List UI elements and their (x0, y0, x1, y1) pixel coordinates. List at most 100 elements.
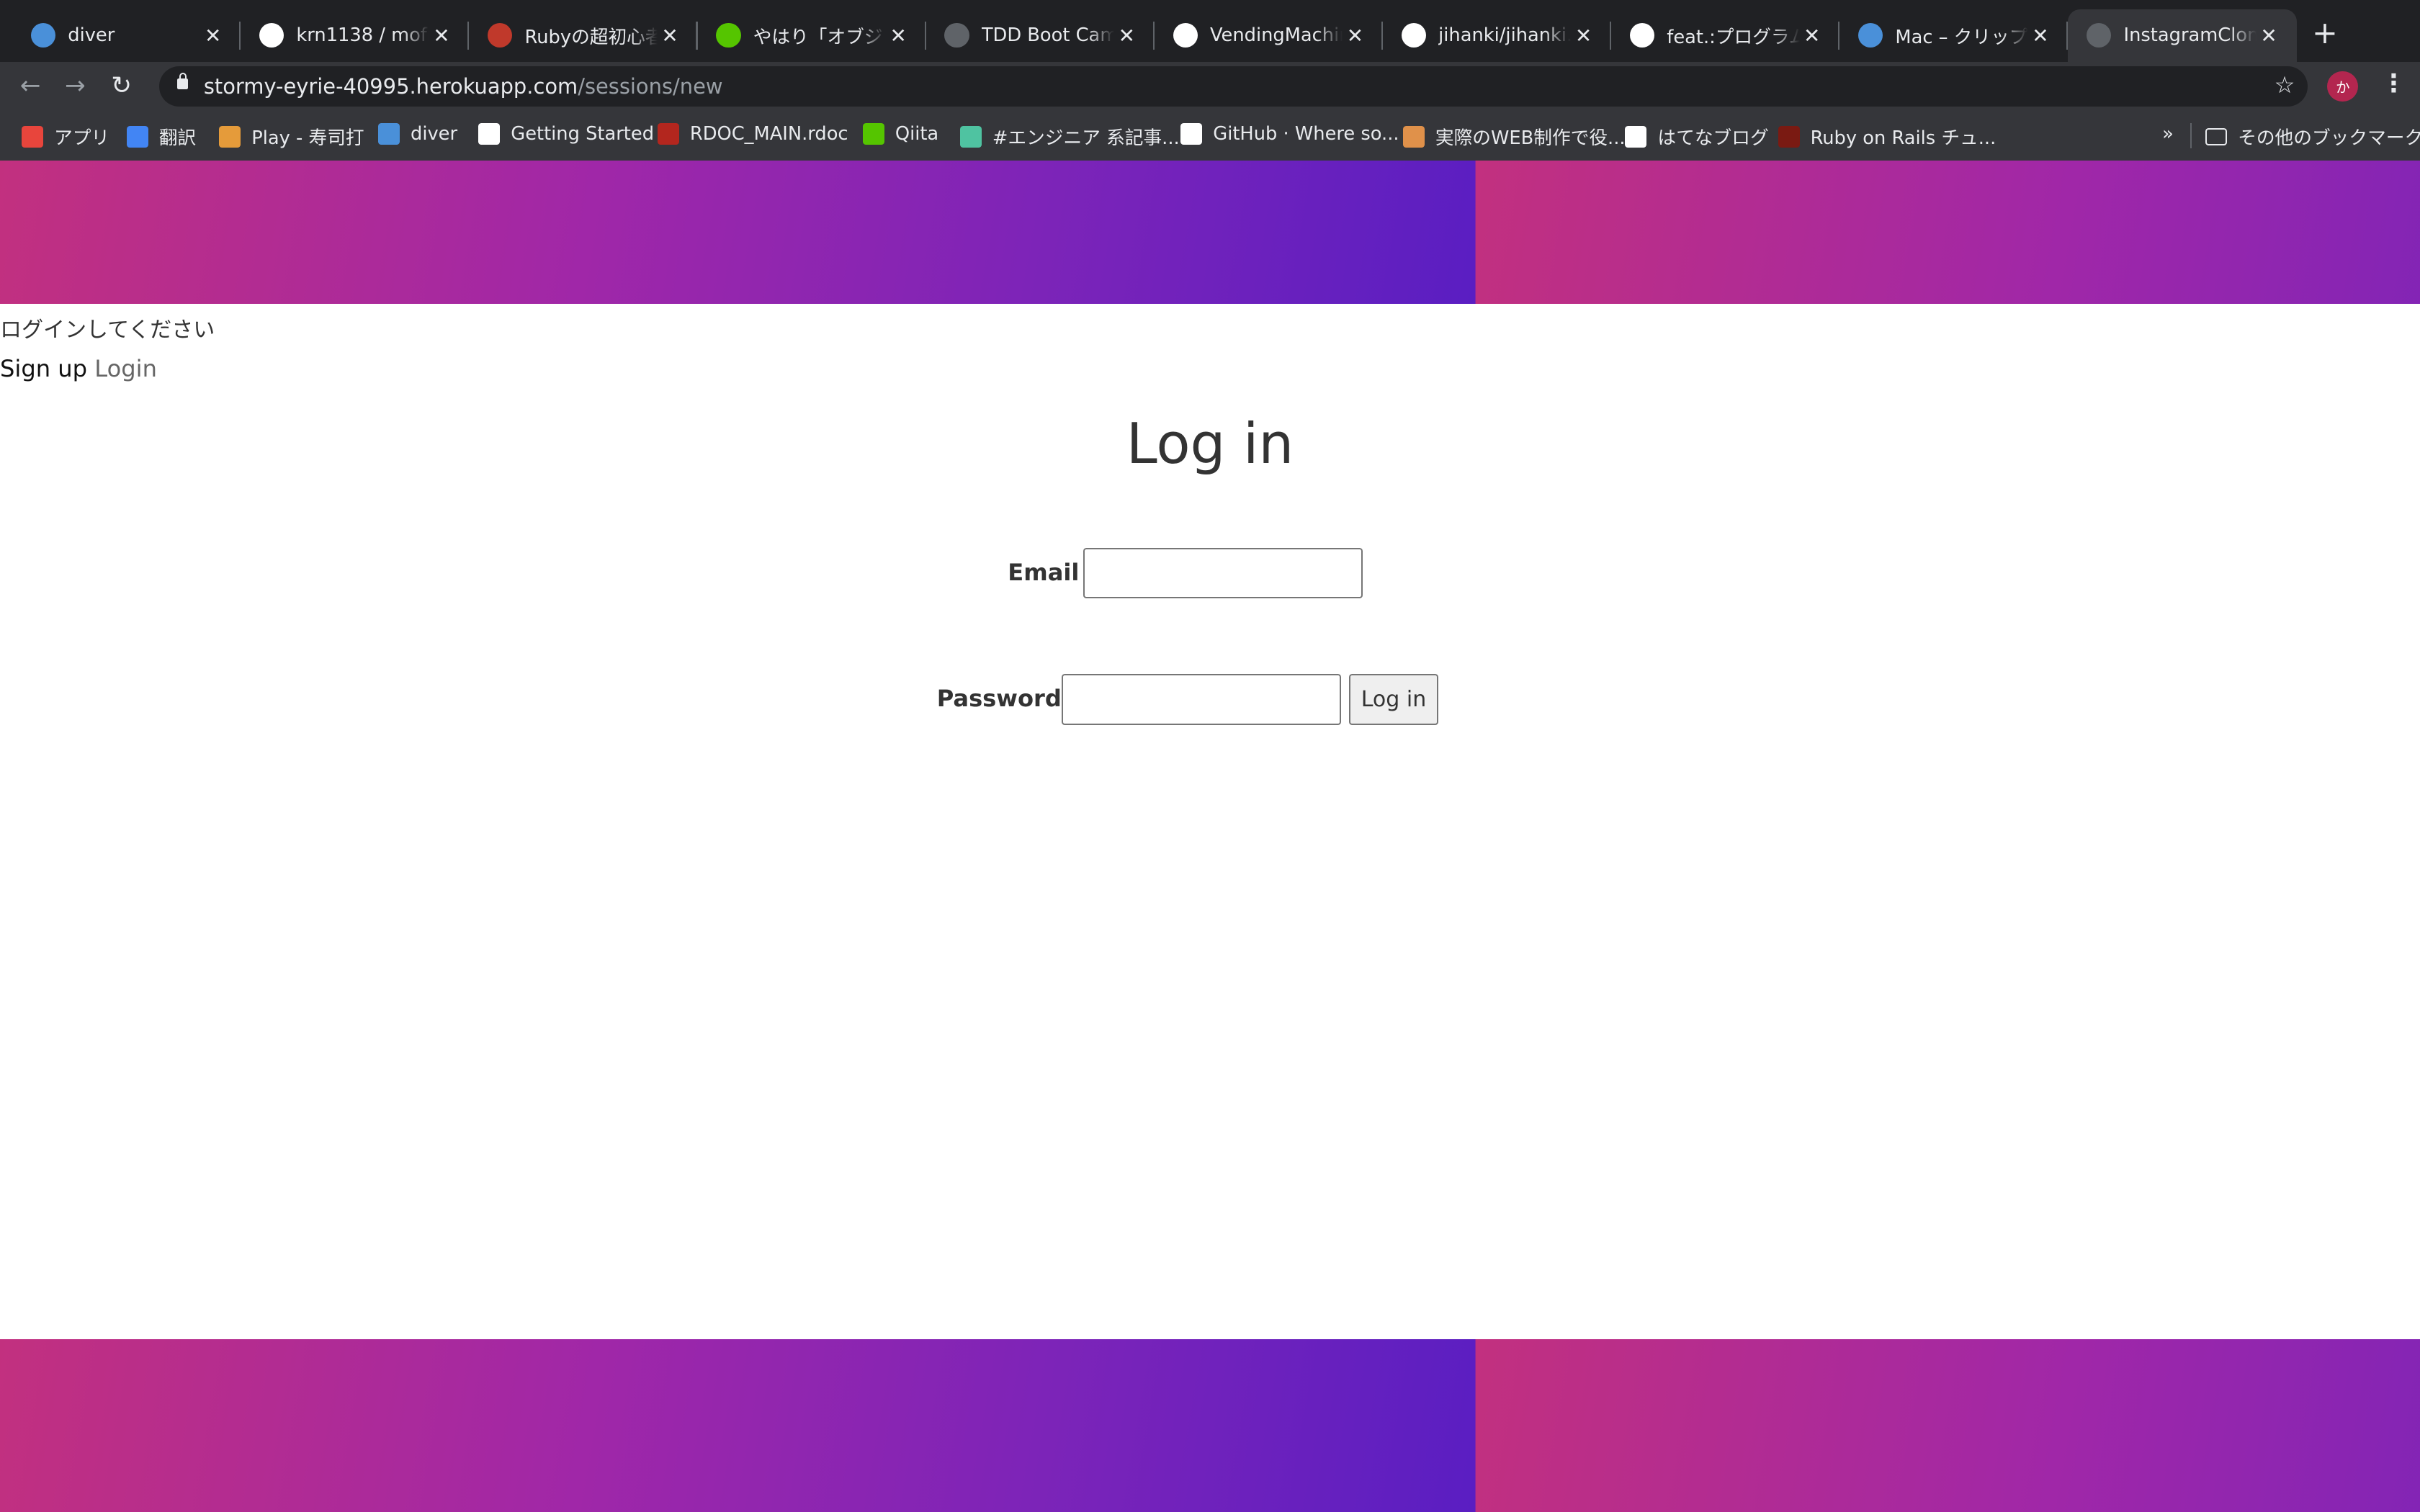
toolbar: ← → ↻ stormy-eyrie-40995.herokuapp.com/s… (0, 61, 2420, 112)
bookmark-favicon-icon (1402, 125, 1425, 148)
bookmark-label: RDOC_MAIN.rdoc (689, 123, 848, 145)
tab-4[interactable]: TDD Boot Camp✕ (926, 9, 1155, 62)
bookmark-item[interactable]: RDOC_MAIN.rdoc (657, 123, 848, 145)
close-tab-icon[interactable]: ✕ (886, 24, 910, 48)
close-tab-icon[interactable]: ✕ (2257, 24, 2281, 48)
bookmark-item[interactable]: GitHub · Where so... (1180, 123, 1399, 145)
signup-link[interactable]: Sign up (0, 355, 87, 382)
qiita-icon (716, 23, 741, 48)
bookmark-favicon-icon (657, 123, 679, 145)
bookmark-favicon-icon (378, 123, 400, 145)
tab-7[interactable]: feat.:プログラム作✕ (1611, 9, 1840, 62)
doc-icon (1857, 23, 1883, 48)
bookmark-item[interactable]: 翻訳 (126, 123, 197, 150)
footer-banner (0, 1339, 2420, 1512)
bookmark-label: アプリ (54, 127, 110, 150)
bookmark-label: Ruby on Rails チュ... (1810, 127, 1996, 150)
tab-5[interactable]: VendingMachine✕ (1155, 9, 1383, 62)
bookmark-label: 翻訳 (158, 127, 197, 150)
profile-avatar[interactable]: か (2327, 71, 2359, 102)
bookmark-item[interactable]: Getting Started (478, 123, 654, 145)
forward-icon[interactable]: → (65, 71, 86, 100)
menu-icon[interactable]: ⋮ (2381, 69, 2406, 98)
bookmark-label: Qiita (895, 123, 939, 145)
bookmark-label: GitHub · Where so... (1213, 123, 1399, 145)
url-path: /sessions/new (578, 73, 723, 99)
bookmark-item[interactable]: #エンジニア 系記事... (959, 123, 1180, 150)
password-label: Password (936, 685, 1062, 713)
bookmark-item[interactable]: はてなブログ (1625, 123, 1769, 150)
github-icon (259, 23, 284, 48)
close-tab-icon[interactable]: ✕ (658, 24, 682, 48)
tab-title: jihanki/jihanki.rb (1438, 24, 1571, 47)
close-tab-icon[interactable]: ✕ (1800, 24, 1824, 48)
password-field[interactable] (1062, 674, 1342, 726)
bookmark-item[interactable]: アプリ (22, 123, 109, 150)
bookmark-favicon-icon (1180, 123, 1203, 145)
tab-2[interactable]: Rubyの超初心者で✕ (469, 9, 698, 62)
close-tab-icon[interactable]: ✕ (1571, 24, 1595, 48)
g-icon (488, 23, 513, 48)
bookmark-label: 実際のWEB制作で役... (1435, 127, 1626, 150)
bookmark-item[interactable]: Play - 寿司打 (219, 123, 364, 150)
bookmark-favicon-icon (22, 125, 43, 148)
tab-strip: + diver✕krn1138 / mofmof✕Rubyの超初心者で✕やはり「… (0, 0, 2420, 62)
tab-title: Mac – クリップボ (1895, 26, 2028, 48)
tab-title: TDD Boot Camp (981, 24, 1114, 47)
other-bookmarks-label: その他のブックマーク (2238, 127, 2420, 150)
close-tab-icon[interactable]: ✕ (1114, 24, 1139, 48)
other-bookmarks[interactable]: その他のブックマーク (2205, 123, 2420, 150)
browser-window: + diver✕krn1138 / mofmof✕Rubyの超初心者で✕やはり「… (0, 0, 2420, 1512)
bookmark-item[interactable]: diver (378, 123, 457, 145)
bookmark-item[interactable]: 実際のWEB制作で役... (1402, 123, 1626, 150)
new-tab-button[interactable]: + (2312, 15, 2338, 51)
folder-icon (2205, 128, 2228, 145)
bookmark-label: Play - 寿司打 (251, 127, 364, 150)
header-banner (0, 160, 2420, 305)
email-field[interactable] (1083, 547, 1363, 599)
url-host: stormy-eyrie-40995.herokuapp.com (203, 73, 578, 99)
bookmark-favicon-icon (478, 123, 501, 145)
nav-links: Sign up Login (0, 355, 157, 382)
close-tab-icon[interactable]: ✕ (429, 24, 454, 48)
back-icon[interactable]: ← (20, 71, 41, 100)
tab-6[interactable]: jihanki/jihanki.rb✕ (1383, 9, 1612, 62)
bookmark-label: #エンジニア 系記事... (992, 127, 1180, 150)
close-tab-icon[interactable]: ✕ (1343, 24, 1367, 48)
bookmark-favicon-icon (959, 125, 982, 148)
bookmarks-bar: » その他のブックマーク アプリ 翻訳 Play - 寿司打 diver Getting… (0, 111, 2420, 161)
tab-8[interactable]: Mac – クリップボ✕ (1839, 9, 2069, 62)
close-tab-icon[interactable]: ✕ (201, 24, 225, 48)
tab-0[interactable]: diver ✕ (12, 9, 241, 62)
bookmark-favicon-icon (1625, 125, 1647, 148)
tab-3[interactable]: やはり「オブジェク✕ (698, 9, 926, 62)
lock-icon (177, 72, 189, 90)
reload-icon[interactable]: ↻ (111, 71, 132, 100)
tab-title: やはり「オブジェク (753, 26, 886, 48)
close-tab-icon[interactable]: ✕ (2028, 24, 2053, 48)
bookmark-favicon-icon (126, 125, 148, 148)
tab-title: krn1138 / mofmof (296, 24, 429, 47)
diver-icon (30, 23, 56, 48)
email-label: Email (1008, 558, 1080, 586)
login-link[interactable]: Login (94, 355, 157, 382)
tab-1[interactable]: krn1138 / mofmof✕ (241, 9, 470, 62)
bookmark-item[interactable]: Ruby on Rails チュ... (1778, 123, 1996, 150)
divider (2190, 123, 2192, 148)
bookmark-favicon-icon (862, 123, 884, 145)
tab-title: feat.:プログラム作 (1667, 26, 1799, 48)
github-icon (1629, 23, 1655, 48)
github-icon (1401, 23, 1426, 48)
tab-title: InstagramClone (2123, 24, 2257, 47)
page-title: Log in (1126, 412, 1294, 477)
bookmarks-overflow[interactable]: » (2162, 123, 2174, 145)
address-bar[interactable]: stormy-eyrie-40995.herokuapp.com/session… (158, 66, 2308, 107)
bookmark-item[interactable]: Qiita (862, 123, 939, 145)
bookmark-star-icon[interactable]: ☆ (2275, 71, 2295, 99)
tab-9[interactable]: InstagramClone ✕ (2068, 9, 2297, 62)
tab-title: diver (68, 24, 115, 47)
bookmark-label: Getting Started (511, 123, 655, 145)
login-button[interactable]: Log in (1348, 674, 1439, 726)
globe-icon (944, 23, 969, 48)
bookmark-label: はてなブログ (1657, 127, 1769, 150)
